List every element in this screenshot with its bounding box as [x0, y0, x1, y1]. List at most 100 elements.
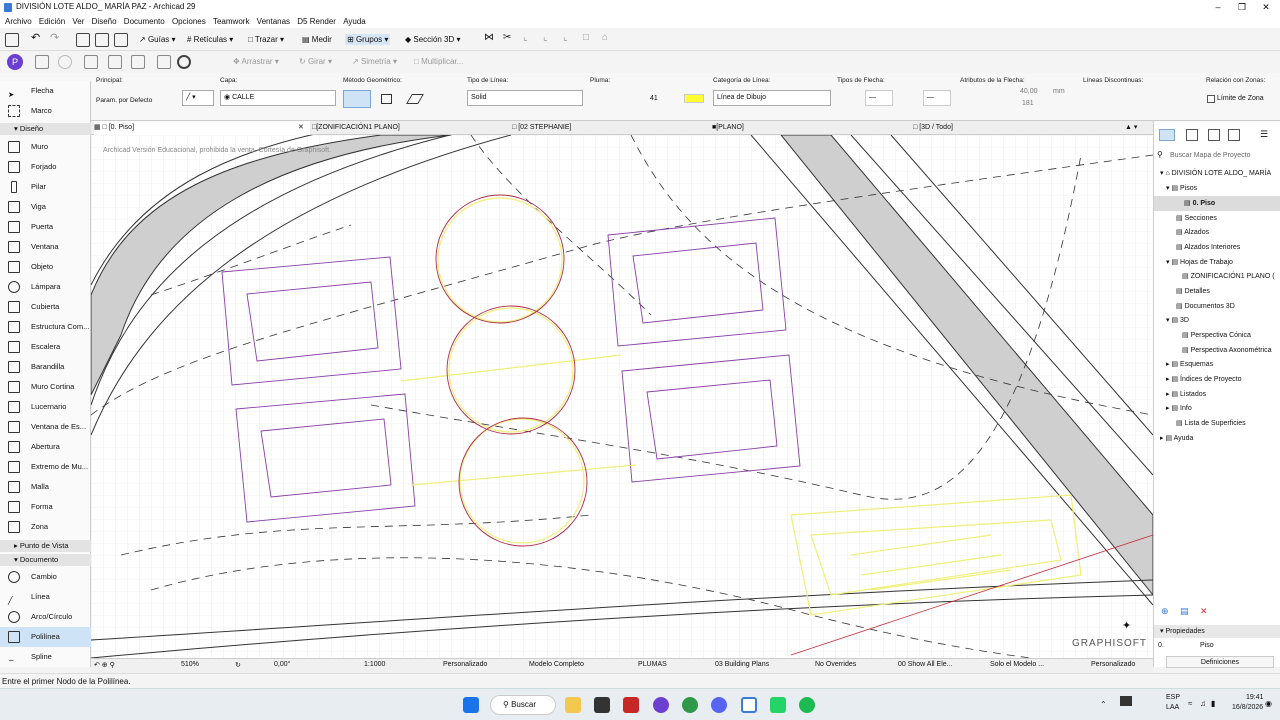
language-label[interactable]: ESP: [1166, 694, 1180, 701]
camera-icon[interactable]: [84, 55, 98, 69]
tool-ventana[interactable]: Ventana: [0, 237, 91, 257]
maximize-button[interactable]: ❐: [1230, 0, 1254, 15]
menu-d5render[interactable]: D5 Render: [297, 15, 336, 28]
archicad-p-icon[interactable]: [653, 697, 669, 713]
adjust-icon[interactable]: ⌞: [523, 32, 528, 43]
menu-diseno[interactable]: Diseño: [92, 15, 117, 28]
nav-lista-superficies[interactable]: ▤ Lista de Superficies: [1176, 416, 1246, 431]
tool-barandilla[interactable]: Barandilla: [0, 357, 91, 377]
tool-escalera[interactable]: Escalera: [0, 337, 91, 357]
nav-ayuda[interactable]: ▸ ▤ Ayuda: [1160, 431, 1193, 446]
rotate-icon[interactable]: ↻: [235, 661, 241, 669]
archicad-taskbar-icon[interactable]: [741, 697, 757, 713]
battery-icon[interactable]: ▮: [1211, 699, 1215, 708]
nav-secciones[interactable]: ▤ Secciones: [1176, 211, 1217, 226]
roof-icon[interactable]: ⌂: [602, 32, 608, 43]
menu-ventanas[interactable]: Ventanas: [257, 15, 290, 28]
nav-hojas-trabajo[interactable]: ▾ ▤ Hojas de Trabajo: [1166, 255, 1233, 270]
menu-archivo[interactable]: Archivo: [5, 15, 32, 28]
pick-up-icon[interactable]: [76, 33, 90, 47]
project-map-icon[interactable]: [1159, 129, 1175, 141]
arrow-end-select[interactable]: —: [923, 90, 951, 106]
menu-edicion[interactable]: Edición: [39, 15, 65, 28]
profile-icon[interactable]: P: [7, 54, 23, 70]
tool-extremo-muro[interactable]: Extremo de Mu...: [0, 457, 91, 477]
undo-zoom-icon[interactable]: ↶ ⊕ ⚲: [94, 661, 115, 669]
spotify-icon[interactable]: [799, 697, 815, 713]
tool-objeto[interactable]: Objeto: [0, 257, 91, 277]
trim-icon[interactable]: ⋈: [484, 32, 494, 43]
section-punto-vista[interactable]: ▸ Punto de Vista: [0, 540, 91, 552]
tool-muro[interactable]: Muro: [0, 137, 91, 157]
box-icon[interactable]: [35, 55, 49, 69]
guias-button[interactable]: ↗ Guías ▾: [139, 35, 176, 44]
line-type-select[interactable]: Solid: [467, 90, 583, 106]
settings-gear-icon[interactable]: [177, 55, 191, 69]
nav-perspectiva-axonometrica[interactable]: ▤ Perspectiva Axonométrica: [1182, 343, 1272, 358]
tab-menu-icon[interactable]: ▲ ▾: [1125, 121, 1137, 135]
view-map-icon[interactable]: [1186, 129, 1198, 141]
menu-documento[interactable]: Documento: [124, 15, 165, 28]
definiciones-button[interactable]: Definiciones: [1166, 656, 1274, 668]
tool-polilinea[interactable]: Polilínea: [0, 627, 91, 647]
chrome-icon[interactable]: [682, 697, 698, 713]
close-tab-icon[interactable]: ✕: [298, 121, 304, 135]
tray-chevron-icon[interactable]: ⌃: [1100, 700, 1107, 709]
sphere-icon[interactable]: [58, 55, 72, 69]
simetria-button[interactable]: ↗ Simetría ▾: [352, 57, 397, 66]
nav-alzados[interactable]: ▤ Alzados: [1176, 225, 1209, 240]
tool-malla[interactable]: Malla: [0, 477, 91, 497]
pen-color-swatch[interactable]: [684, 94, 704, 103]
tool-spline[interactable]: ∽ Spline: [0, 647, 91, 667]
arrow-start-select[interactable]: —: [865, 90, 893, 106]
zone-boundary-checkbox[interactable]: [1207, 95, 1215, 103]
nav-esquemas[interactable]: ▸ ▤ Esquemas: [1166, 357, 1213, 372]
nav-pisos[interactable]: ▾ ▤ Pisos: [1166, 181, 1197, 196]
menu-teamwork[interactable]: Teamwork: [213, 15, 249, 28]
nav-0-piso[interactable]: ▤ 0. Piso: [1154, 196, 1280, 211]
navigator-menu-icon[interactable]: ☰: [1260, 129, 1268, 140]
override-value[interactable]: No Overrides: [815, 661, 856, 668]
eyedropper-icon[interactable]: [95, 33, 109, 47]
multiplicar-button[interactable]: □ Multiplicar...: [414, 57, 463, 66]
wifi-icon[interactable]: ≈: [1188, 699, 1192, 708]
tool-muro-cortina[interactable]: Muro Cortina: [0, 377, 91, 397]
pen-set-value[interactable]: PLUMAS: [638, 661, 667, 668]
menu-ayuda[interactable]: Ayuda: [343, 15, 366, 28]
tool-marco[interactable]: Marco: [0, 101, 91, 121]
nav-info[interactable]: ▸ ▤ Info: [1166, 401, 1192, 416]
menu-opciones[interactable]: Opciones: [172, 15, 206, 28]
tool-lampara[interactable]: Lámpara: [0, 277, 91, 297]
taskbar-search[interactable]: ⚲ Buscar: [490, 695, 556, 715]
tool-linea[interactable]: ╱ Línea: [0, 587, 91, 607]
propiedades-header[interactable]: ▾ Propiedades: [1154, 625, 1280, 638]
section-documento[interactable]: ▾ Documento: [0, 554, 91, 566]
layer-select[interactable]: ◉ CALLE: [220, 90, 336, 106]
rectangle-method-button[interactable]: [381, 94, 392, 104]
nav-detalles[interactable]: ▤ Detalles: [1176, 284, 1210, 299]
layout-book-icon[interactable]: [1208, 129, 1220, 141]
nav-3d[interactable]: ▾ ▤ 3D: [1166, 313, 1189, 328]
prop-value[interactable]: Piso: [1200, 642, 1214, 649]
custom-value[interactable]: Personalizado: [1091, 661, 1135, 668]
render-icon[interactable]: [131, 55, 145, 69]
line-category-select[interactable]: Línea de Dibujo: [713, 90, 831, 106]
reticulas-button[interactable]: # Retículas ▾: [187, 35, 233, 44]
scale-value[interactable]: 1:1000: [364, 661, 385, 668]
app-icon[interactable]: [594, 697, 610, 713]
discord-icon[interactable]: [711, 697, 727, 713]
tool-forma[interactable]: Forma: [0, 497, 91, 517]
whatsapp-icon[interactable]: [770, 697, 786, 713]
pen-number[interactable]: 41: [650, 95, 658, 102]
keyboard-layout-label[interactable]: LAA: [1166, 704, 1179, 711]
arrastrar-button[interactable]: ✥ Arrastrar ▾: [233, 57, 279, 66]
line-tool-selector[interactable]: ╱ ▾: [182, 90, 214, 106]
tool-ventana-esquina[interactable]: Ventana de Es...: [0, 417, 91, 437]
arrow-pen-value[interactable]: 181: [1022, 100, 1034, 107]
menu-ver[interactable]: Ver: [72, 15, 84, 28]
layer-combo-value[interactable]: Personalizado: [443, 661, 487, 668]
nav-listados[interactable]: ▸ ▤ Listados: [1166, 387, 1206, 402]
volume-icon[interactable]: ♫: [1200, 699, 1206, 708]
delete-view-icon[interactable]: ✕: [1200, 606, 1208, 617]
syringe-icon[interactable]: [114, 33, 128, 47]
